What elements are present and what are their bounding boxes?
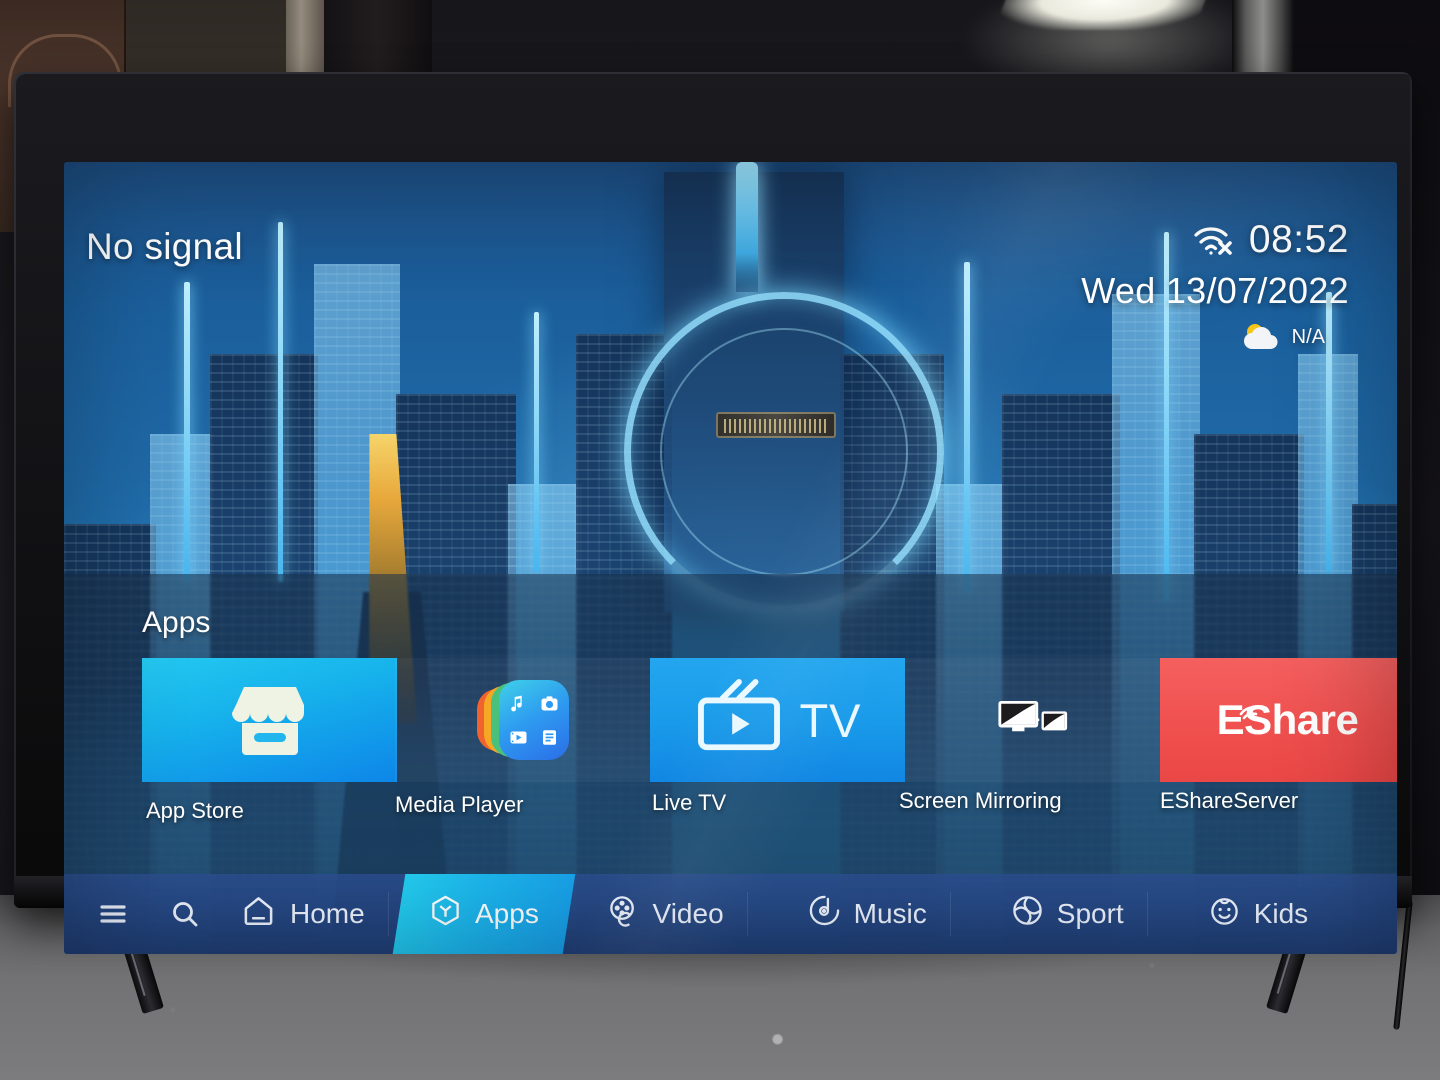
music-disc-icon <box>808 894 841 934</box>
neon-strip <box>964 262 970 592</box>
media-stack-icon <box>476 676 569 764</box>
app-tile-media-player[interactable] <box>395 658 650 782</box>
tab-label: Kids <box>1253 898 1309 929</box>
television-set: No signal 08:52 Wed 13/07/2022 N/A Apps … <box>14 72 1412 954</box>
apps-panel: Apps App Store Media Player TV Live TV S… <box>64 574 1397 874</box>
status-cluster: 08:52 Wed 13/07/2022 N/A <box>1081 220 1349 353</box>
wifi-off-icon <box>1193 224 1235 256</box>
weather-value: N/A <box>1291 325 1325 348</box>
camera-icon <box>541 695 557 710</box>
tab-divider <box>746 892 748 936</box>
clock-time: 08:52 <box>1248 218 1349 261</box>
app-tile-screen-mirroring[interactable] <box>905 658 1160 782</box>
tv-set-icon <box>693 678 785 762</box>
tab-divider <box>1146 892 1148 936</box>
sun-behind-cloud-icon <box>1239 321 1281 353</box>
apps-cube-icon <box>429 894 462 934</box>
neon-strip <box>184 282 190 582</box>
tile-text-tv: TV <box>799 693 862 747</box>
tab-divider <box>949 892 951 936</box>
tab-kids[interactable]: Kids <box>1184 874 1332 954</box>
ceiling-light <box>994 0 1216 30</box>
date-label: Wed 13/07/2022 <box>1081 270 1349 311</box>
wifi-arc-icon <box>1237 683 1265 720</box>
app-label: Screen Mirroring <box>899 788 1062 813</box>
app-tile-live-tv[interactable]: TV <box>650 658 905 782</box>
weather-widget: N/A <box>1081 321 1325 353</box>
sign-plate <box>716 412 836 438</box>
tab-label: Music <box>853 898 927 929</box>
search-icon[interactable] <box>154 874 216 954</box>
apps-section-title: Apps <box>142 606 211 639</box>
app-item-screen-mirroring[interactable]: Screen Mirroring <box>899 658 1160 814</box>
app-tile-app-store[interactable] <box>142 658 397 782</box>
tab-apps[interactable]: Apps <box>392 874 575 954</box>
music-note-icon <box>510 695 522 711</box>
tab-sport[interactable]: Sport <box>987 874 1148 954</box>
app-item-media-player[interactable]: Media Player <box>395 658 650 818</box>
neon-strip <box>534 312 539 572</box>
apps-row: App Store Media Player TV Live TV Screen… <box>142 658 1397 824</box>
storefront-icon <box>222 679 318 761</box>
kids-face-icon <box>1208 894 1241 934</box>
tab-music[interactable]: Music <box>784 874 951 954</box>
tab-label: Apps <box>474 898 539 929</box>
tab-label: Home <box>290 898 365 929</box>
no-signal-label: No signal <box>86 226 243 267</box>
document-icon <box>542 729 556 745</box>
tab-label: Sport <box>1056 898 1124 929</box>
app-label: Live TV <box>652 790 727 815</box>
home-icon <box>242 894 275 934</box>
tab-divider <box>387 892 389 936</box>
film-reel-icon <box>607 894 640 934</box>
app-label: App Store <box>146 798 244 823</box>
tower-spire <box>736 162 758 292</box>
video-icon <box>510 731 526 743</box>
hamburger-menu-icon[interactable] <box>82 874 144 954</box>
bottom-navigation-bar: Home Apps Video Music Sport Kids <box>64 874 1397 954</box>
inner-ring <box>660 328 908 576</box>
app-label: Media Player <box>395 792 524 817</box>
neon-strip <box>278 222 283 582</box>
tv-screen: No signal 08:52 Wed 13/07/2022 N/A Apps … <box>64 162 1397 954</box>
tab-home[interactable]: Home <box>216 874 389 954</box>
screen-mirroring-icon <box>997 699 1069 742</box>
app-item-app-store[interactable]: App Store <box>142 658 397 824</box>
app-item-eshare-server[interactable]: EShare EShareServer <box>1160 658 1397 814</box>
tab-video[interactable]: Video <box>583 874 748 954</box>
sport-ball-icon <box>1011 894 1044 934</box>
tab-label: Video <box>652 898 724 929</box>
eshare-icon: EShare <box>1217 696 1359 744</box>
app-label: EShareServer <box>1160 788 1299 813</box>
app-tile-eshare-server[interactable]: EShare <box>1160 658 1397 782</box>
app-item-live-tv[interactable]: TV Live TV <box>650 658 905 816</box>
